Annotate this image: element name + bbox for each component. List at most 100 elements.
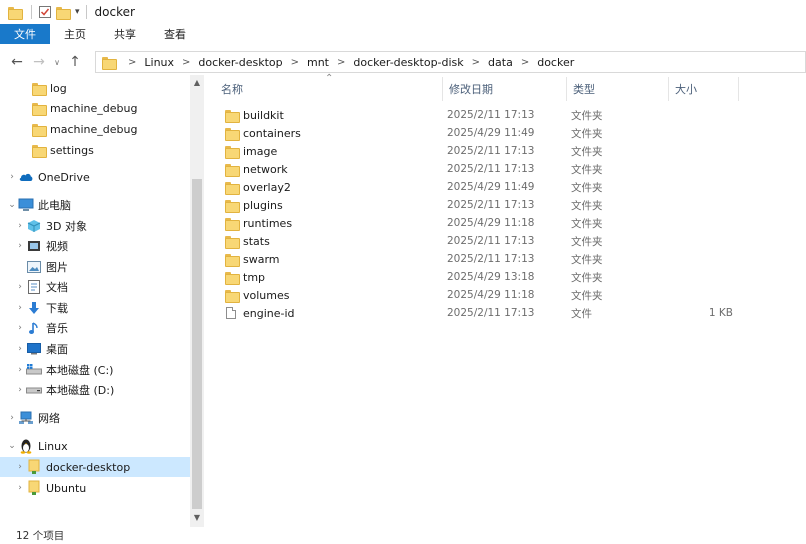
network-icon — [18, 410, 34, 426]
nav-item-videos[interactable]: › 视频 — [0, 236, 190, 256]
file-name: network — [243, 162, 288, 176]
nav-item-docker-desktop[interactable]: › docker-desktop — [0, 457, 190, 477]
tab-home[interactable]: 主页 — [50, 24, 100, 44]
tab-share[interactable]: 共享 — [100, 24, 150, 44]
scrollbar-thumb[interactable] — [192, 179, 202, 509]
nav-item-local-disk-d[interactable]: › 本地磁盘 (D:) — [0, 380, 190, 400]
folder-icon — [30, 142, 47, 158]
file-row[interactable]: containers 2025/4/29 11:49 文件夹 — [223, 124, 743, 142]
breadcrumb-docker[interactable]: docker — [537, 56, 574, 69]
file-row[interactable]: swarm 2025/2/11 17:13 文件夹 — [223, 250, 743, 268]
file-type: 文件夹 — [571, 127, 603, 140]
status-item-count: 12 个项目 — [16, 530, 65, 542]
breadcrumb-mnt[interactable]: mnt — [307, 56, 329, 69]
file-row[interactable]: tmp 2025/4/29 13:18 文件夹 — [223, 268, 743, 286]
file-row[interactable]: volumes 2025/4/29 11:18 文件夹 — [223, 286, 743, 304]
breadcrumb-linux[interactable]: Linux — [144, 56, 174, 69]
column-header-type[interactable]: 类型 — [567, 77, 669, 101]
nav-item-settings[interactable]: settings — [0, 140, 190, 160]
nav-label: 此电脑 — [38, 199, 71, 212]
file-row[interactable]: network 2025/2/11 17:13 文件夹 — [223, 160, 743, 178]
nav-item-3d-objects[interactable]: › 3D 对象 — [0, 216, 190, 236]
back-arrow-icon[interactable]: ← — [6, 54, 28, 70]
chevron-right-icon[interactable]: > — [291, 57, 299, 68]
chevron-right-icon[interactable]: > — [521, 57, 529, 68]
breadcrumb-docker-desktop[interactable]: docker-desktop — [198, 56, 282, 69]
column-header-name[interactable]: 名称 — [215, 77, 443, 101]
nav-item-onedrive[interactable]: › OneDrive — [0, 167, 190, 187]
chevron-right-icon[interactable]: › — [6, 172, 18, 182]
file-icon — [223, 305, 239, 321]
nav-item-log[interactable]: log — [0, 78, 190, 98]
nav-label: 桌面 — [46, 343, 68, 356]
file-row[interactable]: engine-id 2025/2/11 17:13 文件 1 KB — [223, 304, 743, 322]
chevron-right-icon[interactable]: › — [14, 221, 26, 231]
chevron-right-icon[interactable]: > — [337, 57, 345, 68]
folder-icon — [30, 100, 47, 116]
up-arrow-icon[interactable]: ↑ — [64, 54, 86, 70]
linux-distro-folder-icon — [26, 480, 42, 496]
nav-item-music[interactable]: › 音乐 — [0, 318, 190, 338]
customize-toolbar-chevron-icon[interactable]: ▾ — [75, 7, 80, 17]
file-name: swarm — [243, 252, 280, 266]
file-type: 文件夹 — [571, 109, 603, 122]
new-folder-icon[interactable] — [56, 3, 71, 21]
nav-item-documents[interactable]: › 文档 — [0, 277, 190, 297]
folder-icon — [223, 251, 240, 267]
chevron-right-icon[interactable]: › — [14, 282, 26, 292]
nav-item-this-pc[interactable]: ⌄ 此电脑 — [0, 195, 190, 215]
chevron-right-icon[interactable]: › — [14, 385, 26, 395]
file-row[interactable]: overlay2 2025/4/29 11:49 文件夹 — [223, 178, 743, 196]
file-type: 文件夹 — [571, 271, 603, 284]
scroll-down-icon[interactable]: ▼ — [190, 513, 204, 522]
file-row[interactable]: buildkit 2025/2/11 17:13 文件夹 — [223, 106, 743, 124]
nav-item-machine-debug[interactable]: machine_debug — [0, 98, 190, 118]
chevron-right-icon[interactable]: > — [472, 57, 480, 68]
windows-drive-icon — [26, 362, 42, 378]
file-date: 2025/4/29 11:18 — [447, 289, 535, 301]
scroll-up-icon[interactable]: ▲ — [190, 78, 204, 87]
chevron-right-icon[interactable]: › — [14, 462, 26, 472]
chevron-right-icon[interactable]: › — [14, 303, 26, 313]
forward-arrow-icon[interactable]: → — [28, 54, 50, 70]
file-row[interactable]: stats 2025/2/11 17:13 文件夹 — [223, 232, 743, 250]
properties-icon[interactable] — [38, 3, 52, 21]
nav-label: 网络 — [38, 412, 60, 425]
nav-item-desktop[interactable]: › 桌面 — [0, 339, 190, 359]
file-row[interactable]: plugins 2025/2/11 17:13 文件夹 — [223, 196, 743, 214]
nav-item-ubuntu[interactable]: › Ubuntu — [0, 478, 190, 498]
column-header-size[interactable]: 大小 — [669, 77, 739, 101]
tab-view[interactable]: 查看 — [150, 24, 200, 44]
chevron-right-icon[interactable]: › — [14, 344, 26, 354]
chevron-right-icon[interactable]: > — [182, 57, 190, 68]
nav-item-local-disk-c[interactable]: › 本地磁盘 (C:) — [0, 360, 190, 380]
file-row[interactable]: runtimes 2025/4/29 11:18 文件夹 — [223, 214, 743, 232]
file-date: 2025/4/29 13:18 — [447, 271, 535, 283]
recent-locations-chevron-icon[interactable]: ∨ — [50, 58, 64, 67]
nav-item-machine-debug-2[interactable]: machine_debug — [0, 119, 190, 139]
column-header-date[interactable]: 修改日期 — [443, 77, 567, 101]
file-type: 文件夹 — [571, 163, 603, 176]
folder-icon — [223, 179, 240, 195]
chevron-right-icon[interactable]: › — [14, 323, 26, 333]
nav-item-linux[interactable]: ⌄ Linux — [0, 436, 190, 456]
nav-item-network[interactable]: › 网络 — [0, 408, 190, 428]
chevron-down-icon[interactable]: ⌄ — [6, 441, 18, 451]
chevron-right-icon[interactable]: › — [6, 413, 18, 423]
nav-item-pictures[interactable]: 图片 — [0, 257, 190, 277]
chevron-right-icon[interactable]: › — [14, 365, 26, 375]
folder-icon — [223, 125, 240, 141]
breadcrumb-data[interactable]: data — [488, 56, 513, 69]
file-row[interactable]: image 2025/2/11 17:13 文件夹 — [223, 142, 743, 160]
breadcrumb-docker-desktop-disk[interactable]: docker-desktop-disk — [353, 56, 463, 69]
ribbon-tabs: 文件 主页 共享 查看 — [0, 24, 806, 44]
nav-item-downloads[interactable]: › 下载 — [0, 298, 190, 318]
nav-label: Ubuntu — [46, 481, 87, 495]
tab-file[interactable]: 文件 — [0, 24, 50, 44]
chevron-right-icon[interactable]: › — [14, 483, 26, 493]
chevron-right-icon[interactable]: › — [14, 241, 26, 251]
chevron-right-icon[interactable]: > — [128, 57, 136, 68]
navigation-pane-scrollbar[interactable]: ▲ ▼ — [190, 75, 204, 527]
address-bar[interactable]: > Linux > docker-desktop > mnt > docker-… — [95, 51, 806, 73]
chevron-down-icon[interactable]: ⌄ — [6, 200, 18, 210]
